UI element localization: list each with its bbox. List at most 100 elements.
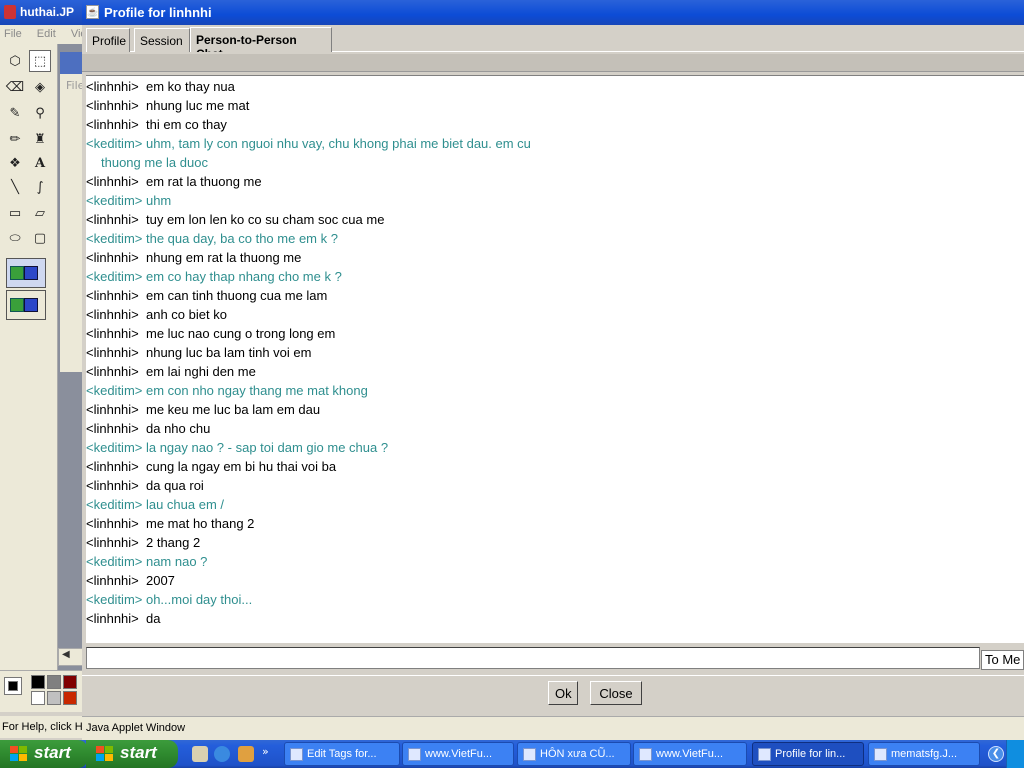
rect-select-icon[interactable]: ⬚ [29, 50, 51, 72]
palette-silver[interactable] [47, 691, 61, 705]
java-applet-status: Java Applet Window [82, 716, 1024, 740]
tab-session[interactable]: Session [134, 28, 190, 52]
taskbar: start start » Edit Tags for... www.VietF… [0, 740, 1024, 768]
taskbar-item-label: www.VietFu... [656, 748, 724, 760]
quicklaunch-ie-icon[interactable] [214, 746, 230, 762]
task-window-icon [874, 748, 887, 761]
line-tool-icon[interactable]: ╲ [4, 176, 26, 198]
tab-profile[interactable]: Profile [86, 28, 130, 52]
chat-message: <linhnhi> tuy em lon len ko co su cham s… [86, 212, 385, 227]
start-button[interactable]: start [0, 740, 88, 768]
taskbar-item-label: mematsfg.J... [891, 748, 958, 760]
recipient-select[interactable]: To Me [981, 650, 1024, 670]
paint-toolbox: ⬡ ⬚ ⌫ ◈ ✎ ⚲ ✏ ♜ ❖ A ╲ ∫ ▭ ▱ ⬭ ▢ [0, 44, 58, 670]
taskbar-item-label: www.VietFu... [425, 748, 493, 760]
task-window-icon [523, 748, 536, 761]
chat-message: <keditim> oh...moi day thoi... [86, 592, 253, 607]
profile-window: ☕ Profile for linhnhi Profile Session Pe… [82, 0, 1024, 740]
windows-flag-icon [10, 746, 28, 762]
chat-message: <linhnhi> me luc nao cung o trong long e… [86, 326, 336, 341]
taskbar-item[interactable]: www.VietFu... [402, 742, 514, 766]
tool-option-transparent-icon[interactable] [6, 290, 46, 320]
ellipse-tool-icon[interactable]: ⬭ [4, 227, 26, 249]
chat-message: <linhnhi> anh co biet ko [86, 307, 227, 322]
tab-panel-toolbar [82, 54, 1024, 72]
menu-file[interactable]: File [4, 28, 22, 40]
pencil-icon[interactable]: ✏ [4, 128, 26, 150]
polygon-tool-icon[interactable]: ▱ [29, 202, 51, 224]
tray-expand-icon[interactable]: ❮ [988, 746, 1004, 762]
taskbar-item[interactable]: HÔN xưa CŨ... [517, 742, 631, 766]
taskbar-item-label: HÔN xưa CŨ... [540, 748, 615, 760]
palette-maroon[interactable] [63, 675, 77, 689]
eraser-icon[interactable]: ⌫ [4, 76, 26, 98]
task-window-icon [290, 748, 303, 761]
palette-black[interactable] [31, 675, 45, 689]
ok-button[interactable]: Ok [548, 681, 578, 705]
close-button[interactable]: Close [590, 681, 642, 705]
palette-gray[interactable] [47, 675, 61, 689]
task-window-icon [758, 748, 771, 761]
task-window-icon [639, 748, 652, 761]
chat-message: thuong me la duoc [101, 155, 208, 170]
text-tool-icon[interactable]: A [29, 152, 51, 174]
chat-message: <linhnhi> da qua roi [86, 478, 204, 493]
chat-message: <linhnhi> da [86, 611, 161, 626]
chat-message: <linhnhi> em can tinh thuong cua me lam [86, 288, 328, 303]
tool-option-opaque-icon[interactable] [6, 258, 46, 288]
rectangle-tool-icon[interactable]: ▭ [4, 202, 26, 224]
task-window-icon [408, 748, 421, 761]
chat-message: <keditim> uhm, tam ly con nguoi nhu vay,… [86, 136, 531, 151]
color-picker-icon[interactable]: ✎ [4, 102, 26, 124]
chat-message: <keditim> em con nho ngay thang me mat k… [86, 383, 368, 398]
taskbar-item[interactable]: mematsfg.J... [868, 742, 980, 766]
quicklaunch-desktop-icon[interactable] [192, 746, 208, 762]
menu-edit[interactable]: Edit [37, 28, 56, 40]
chat-message: <keditim> the qua day, ba co tho me em k… [86, 231, 338, 246]
background-window-title: huthai.JP [20, 5, 75, 19]
chat-message: <linhnhi> thi em co thay [86, 117, 227, 132]
taskbar-item[interactable]: www.VietFu... [633, 742, 747, 766]
start-label: start [34, 743, 71, 762]
chat-message: <linhnhi> me keu me luc ba lam em dau [86, 402, 321, 417]
profile-window-titlebar[interactable]: ☕ Profile for linhnhi [82, 0, 1024, 25]
quicklaunch-more-icon[interactable]: » [262, 745, 269, 758]
chat-message: <linhnhi> em ko thay nua [86, 79, 235, 94]
chat-message: <keditim> lau chua em / [86, 497, 225, 512]
chat-message: <linhnhi> em lai nghi den me [86, 364, 256, 379]
magnifier-icon[interactable]: ⚲ [29, 102, 51, 124]
taskbar-item[interactable]: Edit Tags for... [284, 742, 400, 766]
tab-bar: Profile Session Person-to-Person Chat [86, 27, 1024, 61]
free-select-icon[interactable]: ⬡ [4, 50, 26, 72]
tab-person-to-person-chat[interactable]: Person-to-Person Chat [190, 27, 332, 61]
palette-red[interactable] [63, 691, 77, 705]
airbrush-icon[interactable]: ❖ [4, 152, 26, 174]
brush-icon[interactable]: ♜ [29, 128, 51, 150]
start-button-secondary[interactable]: start [86, 740, 178, 768]
background-window-titlebar[interactable]: huthai.JP [0, 0, 86, 25]
curve-tool-icon[interactable]: ∫ [29, 176, 51, 198]
chat-message: <linhnhi> cung la ngay em bi hu thai voi… [86, 459, 337, 474]
color-palette [0, 670, 86, 712]
windows-flag-icon [96, 746, 114, 762]
profile-window-title: Profile for linhnhi [104, 5, 212, 20]
fill-bucket-icon[interactable]: ◈ [29, 76, 51, 98]
chat-input-bar: To Me [82, 643, 1024, 673]
chat-log[interactable]: <linhnhi> em ko thay nua <linhnhi> nhung … [86, 75, 1024, 643]
rounded-rect-tool-icon[interactable]: ▢ [29, 227, 51, 249]
dialog-button-row: Ok Close [82, 675, 1024, 711]
chat-message: <linhnhi> 2 thang 2 [86, 535, 201, 550]
background-status-text: For Help, click He [0, 716, 86, 738]
chat-message: <linhnhi> nhung em rat la thuong me [86, 250, 302, 265]
chat-message: <keditim> nam nao ? [86, 554, 208, 569]
foreground-color-swatch [8, 681, 18, 691]
palette-white[interactable] [31, 691, 45, 705]
taskbar-item-active[interactable]: Profile for lin... [752, 742, 864, 766]
chat-message-input[interactable] [86, 647, 980, 669]
quicklaunch-app-icon[interactable] [238, 746, 254, 762]
chat-message: <linhnhi> 2007 [86, 573, 175, 588]
chat-message: <linhnhi> nhung luc me mat [86, 98, 250, 113]
start-label: start [120, 743, 157, 762]
chat-message: <linhnhi> nhung luc ba lam tinh voi em [86, 345, 312, 360]
chat-message: <linhnhi> me mat ho thang 2 [86, 516, 255, 531]
